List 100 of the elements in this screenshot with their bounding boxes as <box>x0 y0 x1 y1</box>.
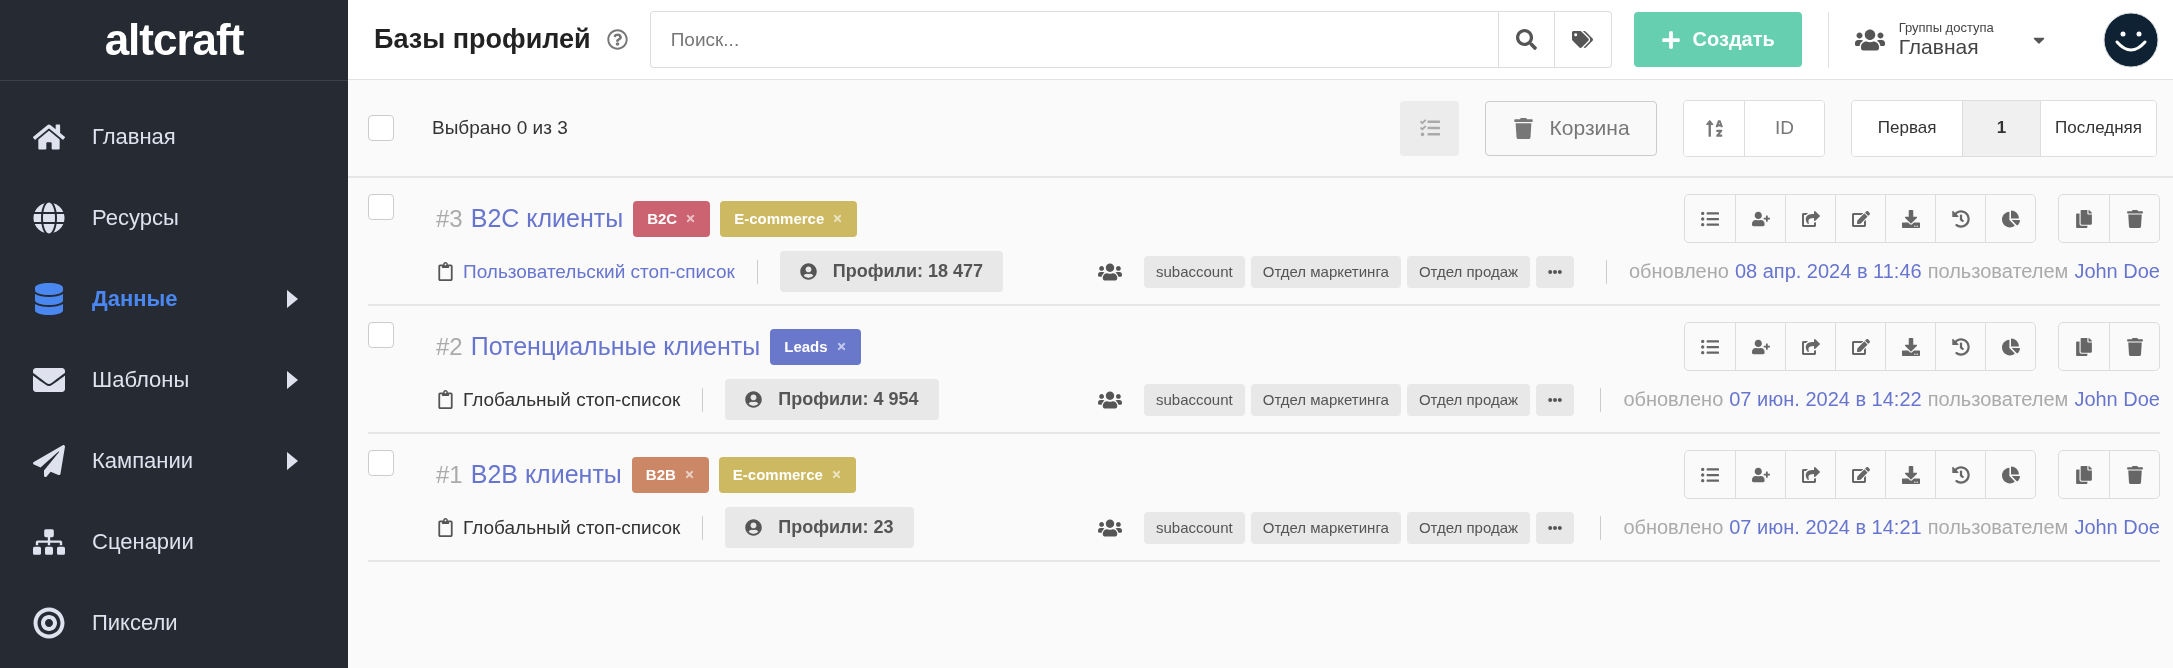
updated-date: 07 июн. 2024 в 14:21 <box>1729 516 1922 539</box>
nav-item[interactable]: Данные <box>0 258 348 339</box>
database-number: #1 <box>436 460 463 489</box>
pie-chart-icon <box>2001 337 2020 356</box>
nav-label: Данные <box>92 285 179 312</box>
nav-label: Пиксели <box>92 609 179 636</box>
help-icon[interactable] <box>606 29 628 50</box>
share-icon <box>1801 465 1820 484</box>
logo[interactable]: altcraft <box>104 15 244 65</box>
select-all-checkbox[interactable] <box>368 115 394 141</box>
group-chip: Отдел продаж <box>1406 255 1531 288</box>
updated-by-label: пользователем <box>1927 516 2069 539</box>
clipboard-icon <box>436 262 455 281</box>
globe-icon <box>33 201 65 234</box>
user-link[interactable]: John Doe <box>2074 516 2160 539</box>
share-icon <box>1801 337 1820 356</box>
group-chip: Отдел маркетинга <box>1250 255 1401 288</box>
more-button[interactable] <box>1536 255 1575 288</box>
database-number: #3 <box>436 204 463 233</box>
updated-by-label: пользователем <box>1927 260 2069 283</box>
database-title[interactable]: B2C клиенты <box>470 204 624 233</box>
checklist-button[interactable] <box>1400 100 1460 156</box>
user-link[interactable]: John Doe <box>2074 388 2160 411</box>
database-title[interactable]: Потенциальные клиенты <box>470 332 761 361</box>
stop-list-link[interactable]: Пользовательский стоп-список <box>463 260 735 283</box>
nav-item[interactable]: Кампании <box>0 420 348 501</box>
user-icon <box>799 263 817 280</box>
nav-label: Ресурсы <box>92 204 180 231</box>
database-icon <box>33 282 65 315</box>
profiles-count: Профили: 23 <box>725 507 914 548</box>
checklist-icon <box>1419 118 1440 138</box>
trash-icon <box>2125 337 2144 356</box>
row-checkbox[interactable] <box>368 194 394 220</box>
selection-count: Выбрано 0 из 3 <box>432 117 568 139</box>
updated-date: 08 апр. 2024 в 11:46 <box>1734 260 1922 283</box>
download-icon <box>1901 209 1920 228</box>
paper-plane-icon <box>33 444 65 477</box>
group-chip: subaccount <box>1144 255 1245 288</box>
add-user-icon <box>1751 337 1770 356</box>
list-icon <box>1701 465 1719 484</box>
row-checkbox[interactable] <box>368 450 394 476</box>
sort-icon <box>1704 118 1724 138</box>
trash-icon <box>2125 209 2144 228</box>
database-title[interactable]: B2B клиенты <box>470 460 622 489</box>
group-chip: Отдел продаж <box>1406 383 1531 416</box>
nav-label: Шаблоны <box>92 366 191 393</box>
sort-field-button[interactable]: ID <box>1744 100 1825 156</box>
nav-item[interactable]: Шаблоны <box>0 339 348 420</box>
pie-chart-icon <box>2001 209 2020 228</box>
avatar[interactable] <box>2103 11 2159 68</box>
updated-label: обновлено <box>1629 260 1729 283</box>
more-button[interactable] <box>1536 511 1575 544</box>
nav-item[interactable]: Ресурсы <box>0 177 348 258</box>
stop-list-link[interactable]: Глобальный стоп-список <box>463 516 681 539</box>
row-checkbox[interactable] <box>368 322 394 348</box>
more-button[interactable] <box>1536 383 1575 416</box>
updated-label: обновлено <box>1623 516 1724 539</box>
download-icon <box>1901 337 1920 356</box>
tags-button[interactable] <box>1554 11 1612 68</box>
copy-icon <box>2075 209 2093 228</box>
nav-item[interactable]: Пиксели <box>0 582 348 663</box>
search-field[interactable]: Поиск... <box>649 11 1498 68</box>
user-icon <box>745 391 763 408</box>
tag[interactable]: B2C <box>633 200 711 237</box>
copy-icon <box>2075 465 2093 484</box>
nav-item[interactable]: Сценарии <box>0 501 348 582</box>
trash-button[interactable]: Корзина <box>1485 100 1658 156</box>
nav-item[interactable]: Главная <box>0 96 348 177</box>
target-icon <box>33 606 65 639</box>
group-chip: subaccount <box>1144 511 1245 544</box>
nav-label: Сценарии <box>92 528 195 555</box>
updated-date: 07 июн. 2024 в 14:22 <box>1729 388 1922 411</box>
tag[interactable]: Leads <box>770 328 861 365</box>
nav-label: Кампании <box>92 447 195 474</box>
group-chip: Отдел маркетинга <box>1250 383 1401 416</box>
stop-list-link[interactable]: Глобальный стоп-список <box>463 388 681 411</box>
history-icon <box>1951 465 1970 484</box>
updated-label: обновлено <box>1623 388 1724 411</box>
profiles-count: Профили: 4 954 <box>725 379 939 420</box>
pagination-button[interactable]: Последняя <box>2040 100 2156 156</box>
database-number: #2 <box>436 332 463 361</box>
pie-chart-icon <box>2001 465 2020 484</box>
download-icon <box>1901 465 1920 484</box>
nav-label: Главная <box>92 123 177 150</box>
group-chip: subaccount <box>1144 383 1245 416</box>
trash-icon <box>1512 117 1534 139</box>
search-button[interactable] <box>1497 11 1555 68</box>
plus-icon <box>1660 29 1681 50</box>
pagination-button[interactable]: 1 <box>1962 100 2041 156</box>
edit-icon <box>1851 465 1870 484</box>
user-icon <box>745 519 763 536</box>
add-user-icon <box>1751 465 1770 484</box>
list-icon <box>1701 209 1719 228</box>
edit-icon <box>1851 209 1870 228</box>
add-user-icon <box>1751 209 1770 228</box>
access-group-select[interactable]: Главная <box>1898 35 1994 59</box>
user-link[interactable]: John Doe <box>2074 260 2160 283</box>
tags-icon <box>1572 29 1594 50</box>
share-icon <box>1801 209 1820 228</box>
tag[interactable]: B2B <box>631 456 709 493</box>
